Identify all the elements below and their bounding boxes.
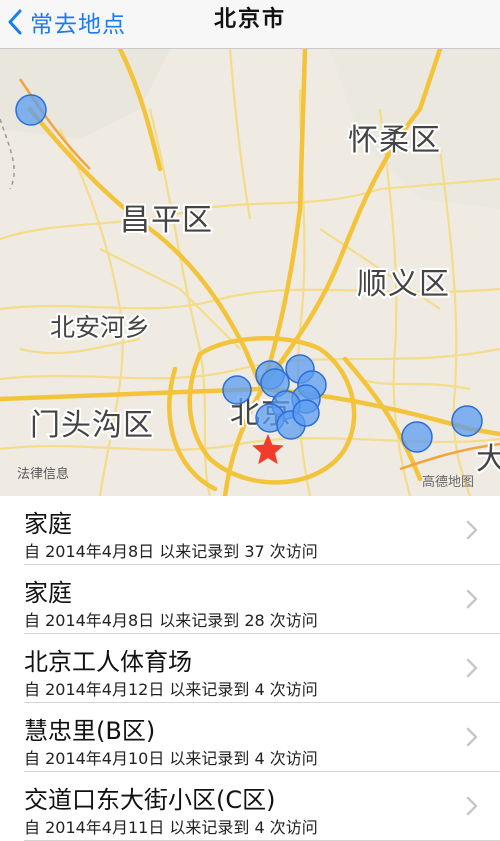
list-item-subtitle: 自 2014年4月8日 以来记录到 28 次访问 — [24, 611, 318, 630]
chevron-right-icon — [466, 589, 478, 609]
navigation-bar: 常去地点 北京市 — [0, 0, 500, 49]
list-item-title: 家庭 — [24, 579, 72, 607]
location-pin-icon[interactable] — [222, 375, 252, 405]
map-label-partial: 大 — [476, 442, 500, 477]
map-provider-label: 高德地图 — [422, 474, 474, 490]
map-label-shunyi: 顺义区 — [357, 267, 450, 302]
location-list: 家庭 自 2014年4月8日 以来记录到 37 次访问 家庭 自 2014年4月… — [0, 496, 500, 841]
map-view[interactable]: 怀柔区 昌平区 顺义区 门头沟区 北京 大 北安河乡 法律信息 高德地图 — [0, 49, 500, 496]
list-item[interactable]: 慧忠里(B区) 自 2014年4月10日 以来记录到 4 次访问 — [24, 703, 500, 772]
chevron-right-icon — [466, 658, 478, 678]
list-item[interactable]: 北京工人体育场 自 2014年4月12日 以来记录到 4 次访问 — [24, 634, 500, 703]
location-pin-icon[interactable] — [15, 94, 47, 126]
location-pin-icon[interactable] — [292, 399, 320, 427]
list-item[interactable]: 家庭 自 2014年4月8日 以来记录到 28 次访问 — [24, 565, 500, 634]
list-item-subtitle: 自 2014年4月12日 以来记录到 4 次访问 — [24, 680, 318, 699]
chevron-right-icon — [466, 520, 478, 540]
map-label-huairou: 怀柔区 — [348, 123, 441, 158]
map-label-changping: 昌平区 — [120, 203, 213, 238]
list-item-title: 慧忠里(B区) — [24, 717, 156, 745]
map-label-mentougou: 门头沟区 — [30, 408, 154, 443]
location-pin-icon[interactable] — [451, 405, 483, 437]
list-item[interactable]: 家庭 自 2014年4月8日 以来记录到 37 次访问 — [24, 496, 500, 565]
chevron-right-icon — [466, 796, 478, 816]
chevron-right-icon — [466, 727, 478, 747]
list-item-subtitle: 自 2014年4月8日 以来记录到 37 次访问 — [24, 542, 318, 561]
list-item-title: 交道口东大街小区(C区) — [24, 786, 276, 814]
map-legal-link[interactable]: 法律信息 — [17, 466, 69, 482]
list-item-title: 家庭 — [24, 510, 72, 538]
page-title: 北京市 — [213, 7, 286, 32]
list-item-subtitle: 自 2014年4月11日 以来记录到 4 次访问 — [24, 818, 318, 837]
list-item-subtitle: 自 2014年4月10日 以来记录到 4 次访问 — [24, 749, 318, 768]
list-item[interactable]: 交道口东大街小区(C区) 自 2014年4月11日 以来记录到 4 次访问 — [24, 772, 500, 841]
map-label-beianhe: 北安河乡 — [50, 313, 150, 342]
location-pin-icon[interactable] — [401, 421, 433, 453]
list-item-title: 北京工人体育场 — [24, 648, 192, 676]
